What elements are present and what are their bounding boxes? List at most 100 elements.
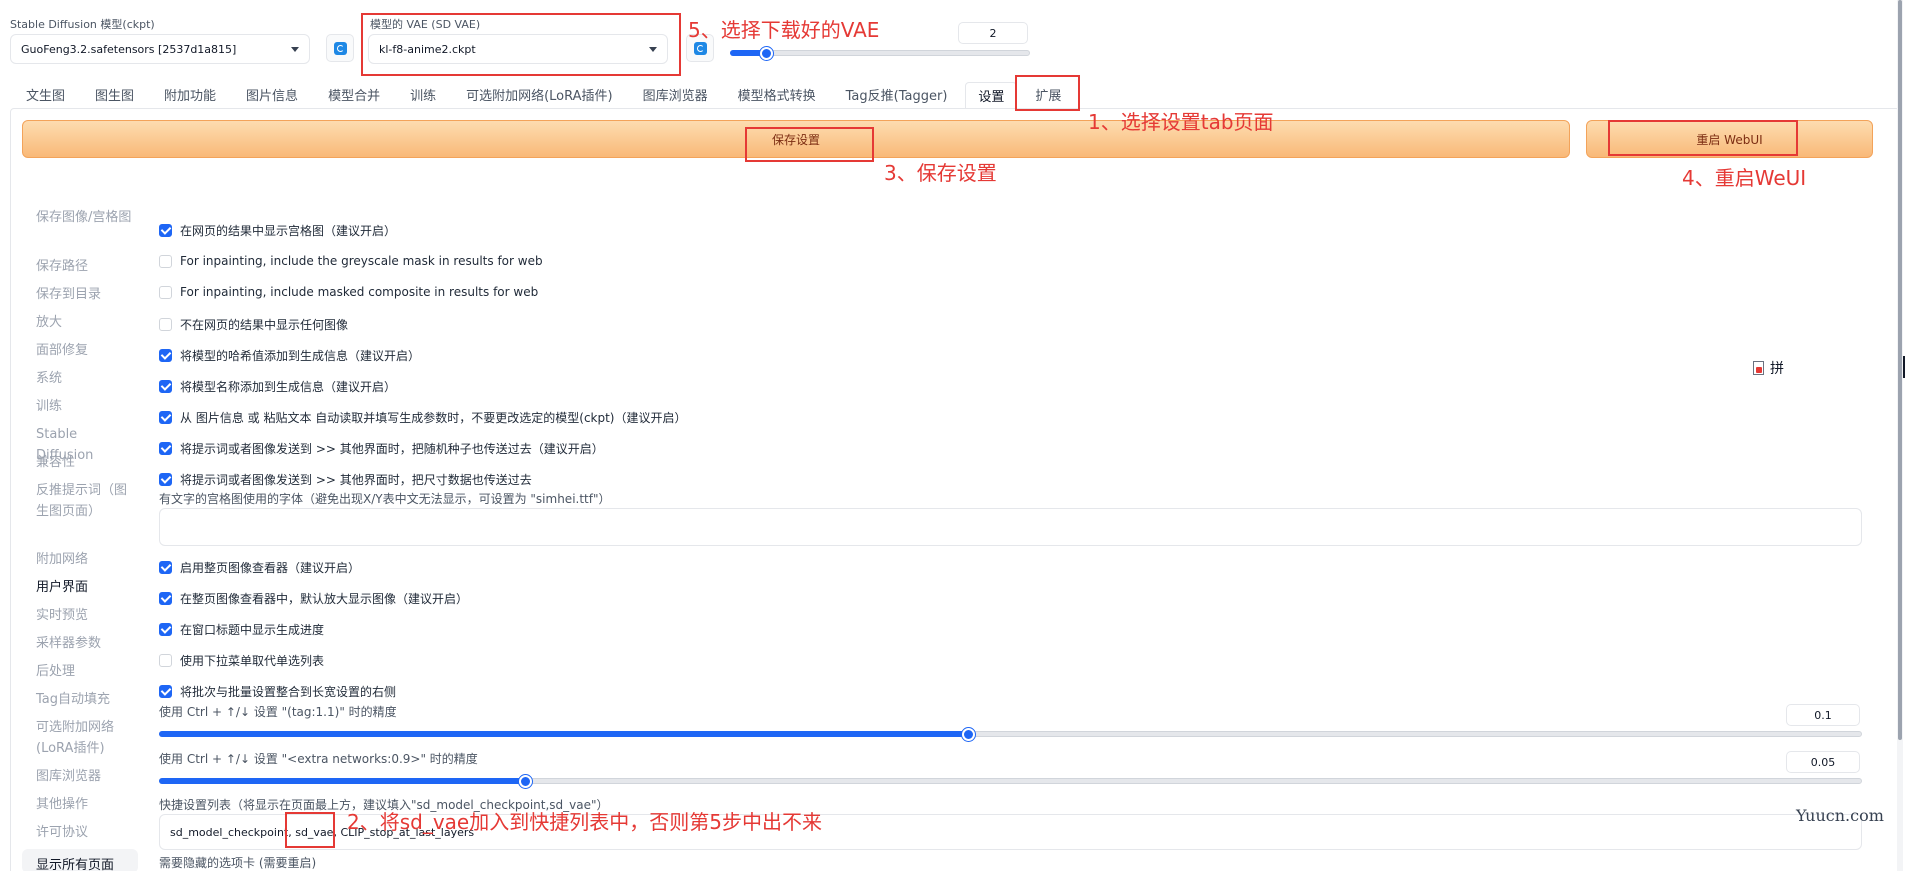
main-tabs: 文生图 图生图 附加功能 图片信息 模型合并 训练 可选附加网络(LoRA插件) 图库浏览器模…: [14, 82, 1079, 108]
sidebar-item-9[interactable]: 反推提示词（图生图页面）: [36, 480, 136, 543]
font-field-label: 有文字的宫格图使用的字体（避免出现X/Y表中文无法显示，可设置为 "simhei…: [159, 492, 611, 506]
ckpt-dropdown[interactable]: GuoFeng3.2.safetensors [2537d1a815]: [10, 34, 310, 64]
sidebar-item-11[interactable]: 用户界面: [36, 577, 136, 598]
setting-row: 从 图片信息 或 粘贴文本 自动读取并填写生成参数时，不要更改选定的模型(ckp…: [159, 409, 687, 426]
setting-checkbox[interactable]: [159, 592, 172, 605]
setting-checkbox[interactable]: [159, 561, 172, 574]
setting-label: 将提示词或者图像发送到 >> 其他界面时，把随机种子也传送过去（建议开启）: [180, 442, 604, 456]
document-icon[interactable]: [1753, 361, 1764, 375]
chevron-down-icon: [291, 46, 299, 52]
annotation-box-restart: [1608, 120, 1798, 156]
setting-checkbox[interactable]: [159, 380, 172, 393]
setting-label: 使用下拉菜单取代单选列表: [180, 654, 325, 668]
precision2-label: 使用 Ctrl + ↑/↓ 设置 "<extra networks:0.9>" …: [159, 752, 478, 766]
annotation-box-sd-vae: [285, 812, 335, 848]
sidebar-item-2[interactable]: 保存到目录: [36, 284, 136, 305]
precision2-number[interactable]: 0.05: [1786, 751, 1860, 773]
ime-toolbar: 拼: [1753, 358, 1784, 378]
annotation-box-vae: [361, 13, 681, 76]
setting-row: For inpainting, include the greyscale ma…: [159, 254, 543, 268]
watermark-text: Yuucn.com: [1796, 806, 1884, 825]
setting-row: 在窗口标题中显示生成进度: [159, 621, 324, 638]
tab-10[interactable]: 设置: [965, 82, 1018, 108]
sidebar-item-4[interactable]: 面部修复: [36, 340, 136, 361]
refresh-icon: [693, 41, 707, 55]
precision1-slider-fill: [159, 731, 968, 737]
sidebar-item-3[interactable]: 放大: [36, 312, 136, 333]
precision1-number[interactable]: 0.1: [1786, 704, 1860, 726]
setting-label: 将提示词或者图像发送到 >> 其他界面时，把尺寸数据也传送过去: [180, 473, 532, 487]
setting-row: 将提示词或者图像发送到 >> 其他界面时，把尺寸数据也传送过去: [159, 471, 532, 488]
sidebar-item-6[interactable]: 训练: [36, 396, 136, 417]
refresh-ckpt-button[interactable]: [326, 34, 354, 62]
clip-skip-slider[interactable]: [730, 50, 1030, 56]
sidebar-item-12[interactable]: 实时预览: [36, 605, 136, 626]
setting-row: 将批次与批量设置整合到长宽设置的右侧: [159, 683, 396, 700]
clip-skip-number[interactable]: 2: [958, 22, 1028, 44]
setting-checkbox[interactable]: [159, 442, 172, 455]
scrollbar-thumb[interactable]: [1898, 0, 1902, 740]
tab-0[interactable]: 文生图: [14, 82, 77, 108]
setting-row: 将提示词或者图像发送到 >> 其他界面时，把随机种子也传送过去（建议开启）: [159, 440, 604, 457]
precision2-slider-thumb[interactable]: [519, 775, 532, 788]
sidebar-item-17[interactable]: 图库浏览器: [36, 766, 136, 787]
tab-1[interactable]: 图生图: [83, 82, 146, 108]
divider: [1903, 356, 1905, 378]
sidebar-item-19[interactable]: 许可协议: [36, 822, 136, 843]
setting-row: 启用整页图像查看器（建议开启）: [159, 559, 360, 576]
tab-7[interactable]: 图库浏览器: [631, 82, 720, 108]
setting-checkbox[interactable]: [159, 349, 172, 362]
sidebar-item-1[interactable]: 保存路径: [36, 256, 136, 277]
tab-4[interactable]: 模型合并: [316, 82, 392, 108]
setting-label: 将模型名称添加到生成信息（建议开启）: [180, 380, 397, 394]
setting-row: 将模型的哈希值添加到生成信息（建议开启）: [159, 347, 420, 364]
setting-row: 在网页的结果中显示宫格图（建议开启）: [159, 222, 396, 239]
setting-row: 在整页图像查看器中，默认放大显示图像（建议开启）: [159, 590, 468, 607]
setting-label: For inpainting, include masked composite…: [180, 285, 539, 299]
sidebar-item-10[interactable]: 附加网络: [36, 549, 136, 570]
clip-skip-slider-thumb[interactable]: [760, 47, 773, 60]
tab-5[interactable]: 训练: [398, 82, 448, 108]
annotation-box-settings-tab: [1015, 75, 1080, 111]
sidebar-item-5[interactable]: 系统: [36, 368, 136, 389]
font-input[interactable]: [159, 508, 1862, 546]
tab-6[interactable]: 可选附加网络(LoRA插件): [454, 82, 625, 108]
precision1-label: 使用 Ctrl + ↑/↓ 设置 "(tag:1.1)" 时的精度: [159, 705, 397, 719]
precision1-slider-thumb[interactable]: [962, 728, 975, 741]
sidebar-item-16[interactable]: 可选附加网络(LoRA插件): [36, 717, 136, 759]
setting-checkbox[interactable]: [159, 318, 172, 331]
sidebar-item-14[interactable]: 后处理: [36, 661, 136, 682]
setting-checkbox[interactable]: [159, 473, 172, 486]
pinyin-icon[interactable]: 拼: [1770, 358, 1784, 378]
setting-checkbox[interactable]: [159, 411, 172, 424]
sidebar-item-7[interactable]: Stable Diffusion: [36, 424, 136, 463]
tab-9[interactable]: Tag反推(Tagger): [834, 82, 960, 108]
sidebar-item-15[interactable]: Tag自动填充: [36, 689, 136, 710]
show-all-pages-button[interactable]: 显示所有页面: [22, 849, 138, 871]
setting-checkbox[interactable]: [159, 224, 172, 237]
setting-checkbox[interactable]: [159, 654, 172, 667]
tab-2[interactable]: 附加功能: [152, 82, 228, 108]
setting-checkbox[interactable]: [159, 685, 172, 698]
setting-checkbox[interactable]: [159, 285, 172, 299]
setting-row: 不在网页的结果中显示任何图像: [159, 316, 348, 333]
setting-label: 将模型的哈希值添加到生成信息（建议开启）: [180, 349, 421, 363]
setting-label: 在整页图像查看器中，默认放大显示图像（建议开启）: [180, 592, 469, 606]
sidebar-item-13[interactable]: 采样器参数: [36, 633, 136, 654]
sidebar-item-18[interactable]: 其他操作: [36, 794, 136, 815]
sidebar-item-8[interactable]: 兼容性: [36, 452, 136, 473]
annotation-box-save: [745, 127, 874, 162]
setting-label: 不在网页的结果中显示任何图像: [180, 318, 349, 332]
sidebar-item-0[interactable]: 保存图像/宫格图: [36, 207, 136, 249]
ckpt-value: GuoFeng3.2.safetensors [2537d1a815]: [21, 42, 237, 56]
tab-8[interactable]: 模型格式转换: [726, 82, 828, 108]
annotation-step3: 3、保存设置: [884, 161, 997, 185]
refresh-icon: [333, 41, 347, 55]
setting-checkbox[interactable]: [159, 254, 172, 268]
setting-row: 使用下拉菜单取代单选列表: [159, 652, 324, 669]
ckpt-label: Stable Diffusion 模型(ckpt): [10, 18, 155, 31]
setting-label: 启用整页图像查看器（建议开启）: [180, 561, 361, 575]
annotation-step5: 5、选择下载好的VAE: [688, 18, 880, 42]
setting-checkbox[interactable]: [159, 623, 172, 636]
tab-3[interactable]: 图片信息: [234, 82, 310, 108]
